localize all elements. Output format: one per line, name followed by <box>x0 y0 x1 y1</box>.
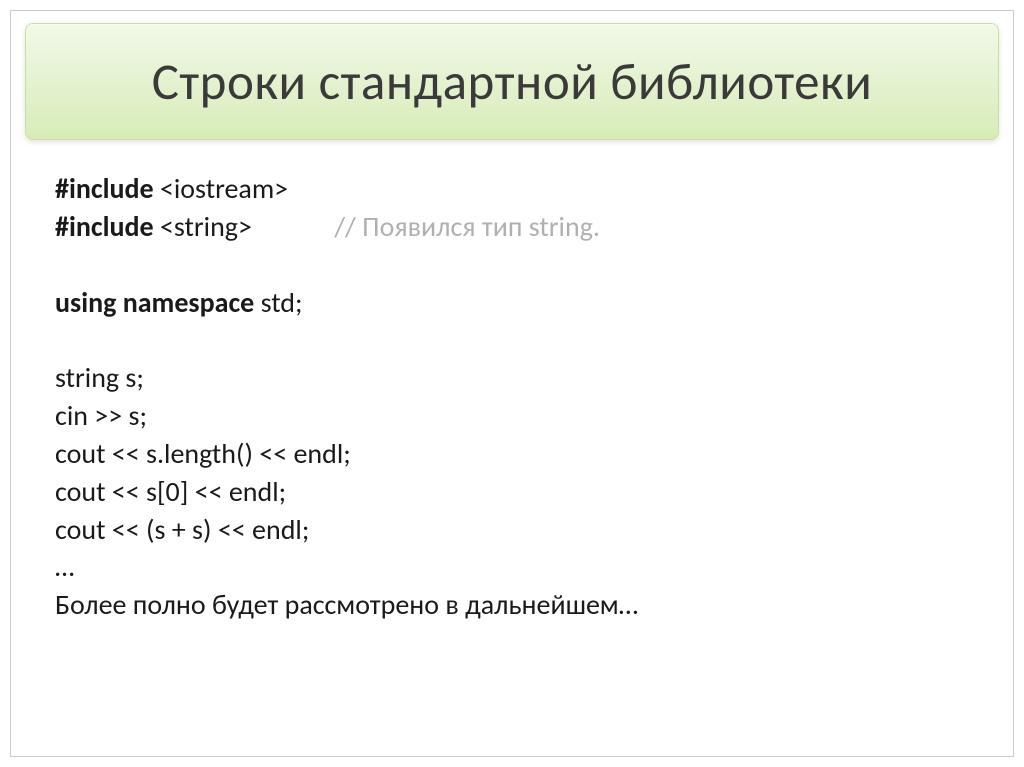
code-rest-1: <iostream> <box>154 171 289 206</box>
blank-line-2 <box>55 321 969 359</box>
title-box: Строки стандартной библиотеки <box>25 23 999 140</box>
slide-title: Строки стандартной библиотеки <box>46 50 978 113</box>
code-line-1: #include <iostream> <box>55 170 969 208</box>
code-rest-2: <string> <box>154 209 252 244</box>
slide-container: Строки стандартной библиотеки #include <… <box>10 10 1014 757</box>
code-rest-3: std; <box>254 285 302 320</box>
code-line-2: #include <string> // Появился тип string… <box>55 208 969 246</box>
code-spacer <box>252 209 334 244</box>
slide-content: #include <iostream> #include <string> //… <box>11 148 1013 646</box>
keyword-using: using namespace <box>55 285 254 320</box>
code-line-9: … <box>55 548 969 586</box>
code-line-4: string s; <box>55 359 969 397</box>
code-line-7: cout << s[0] << endl; <box>55 473 969 511</box>
code-line-5: cin >> s; <box>55 397 969 435</box>
code-line-8: cout << (s + s) << endl; <box>55 511 969 549</box>
blank-line-1 <box>55 246 969 284</box>
code-comment: // Появился тип string. <box>334 209 600 244</box>
keyword-include-1: #include <box>55 171 154 206</box>
code-line-3: using namespace std; <box>55 284 969 322</box>
code-line-6: cout << s.length() << endl; <box>55 435 969 473</box>
code-line-10: Более полно будет рассмотрено в дальнейш… <box>55 586 969 624</box>
keyword-include-2: #include <box>55 209 154 244</box>
